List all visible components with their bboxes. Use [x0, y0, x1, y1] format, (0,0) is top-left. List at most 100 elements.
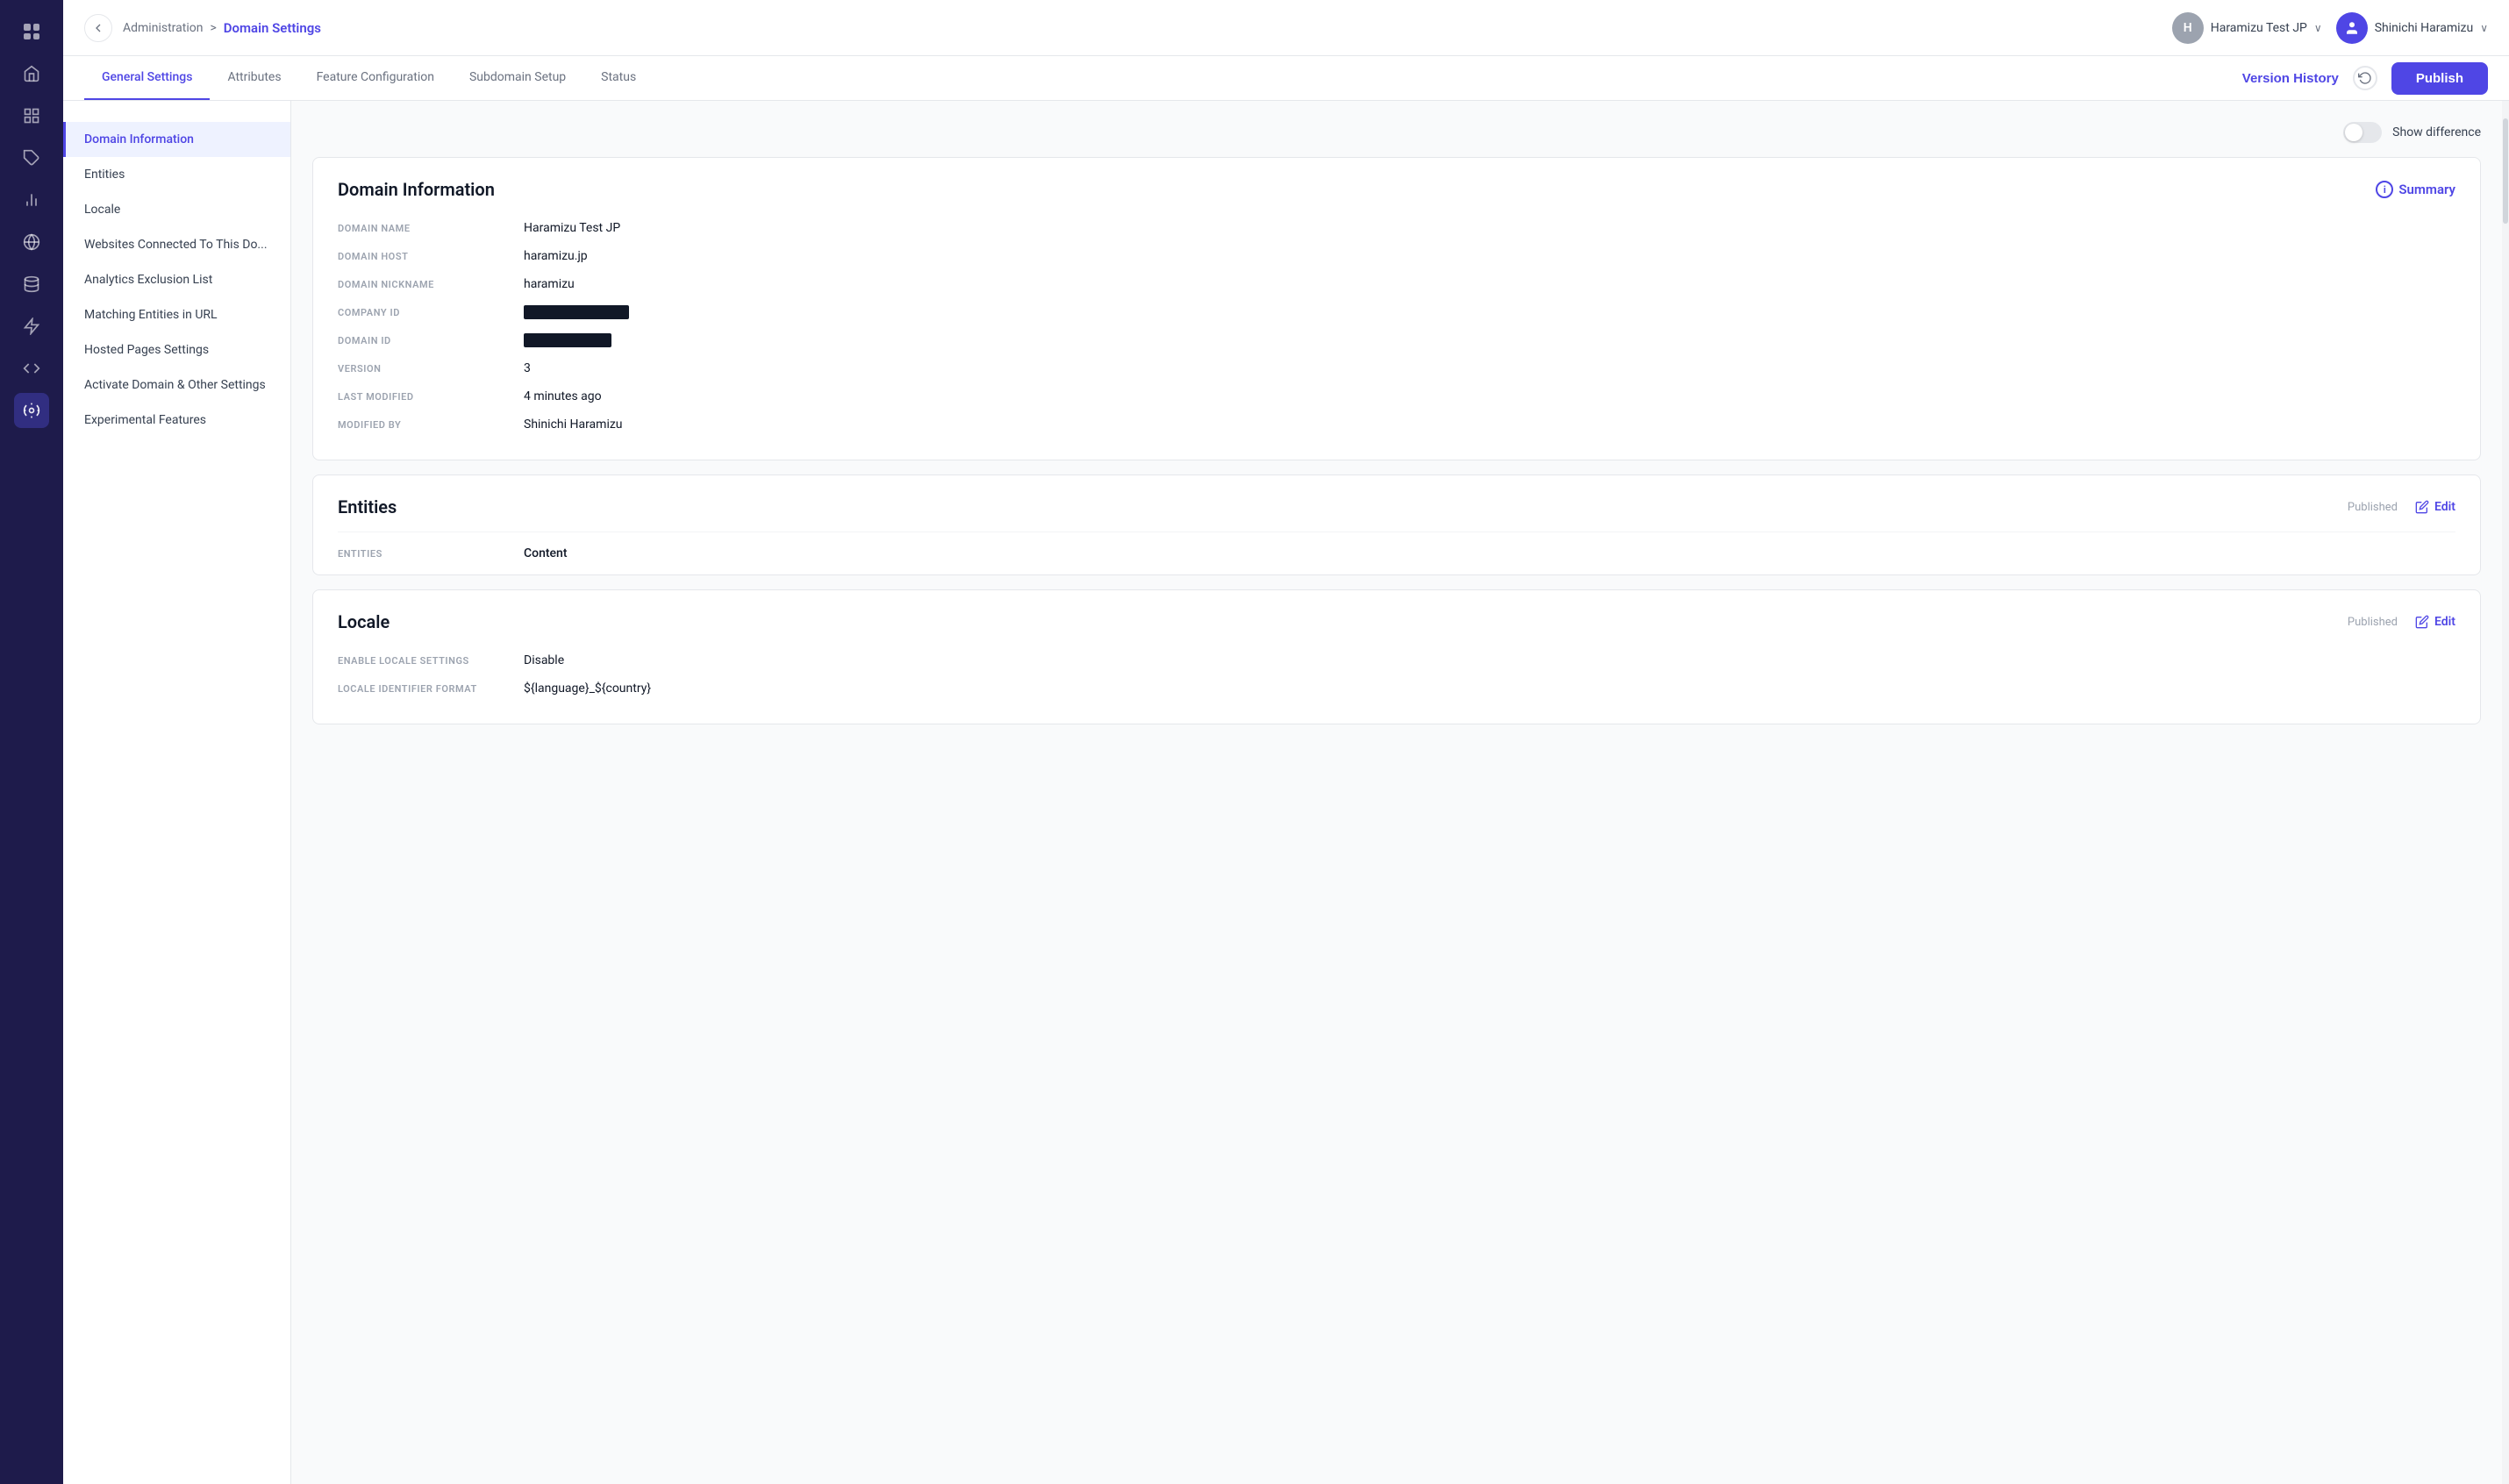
version-history-label: Version History: [2242, 71, 2339, 86]
nav-experimental[interactable]: Experimental Features: [63, 403, 290, 438]
version-history-button[interactable]: Version History: [2242, 71, 2339, 86]
header-left: Administration > Domain Settings: [84, 14, 321, 42]
chart-icon[interactable]: [14, 182, 49, 218]
field-label-last-modified: LAST MODIFIED: [338, 391, 513, 403]
field-value-company-id: [524, 305, 629, 319]
publish-button[interactable]: Publish: [2391, 62, 2488, 95]
tab-actions: Version History Publish: [2242, 62, 2488, 95]
tab-subdomain-setup[interactable]: Subdomain Setup: [452, 56, 583, 100]
entities-field-value: Content: [524, 546, 2455, 560]
field-value-domain-id: [524, 333, 611, 347]
field-value-last-modified: 4 minutes ago: [524, 389, 2455, 403]
nav-domain-information[interactable]: Domain Information: [63, 122, 290, 157]
nav-matching-entities[interactable]: Matching Entities in URL: [63, 297, 290, 332]
nav-locale[interactable]: Locale: [63, 192, 290, 227]
show-diff-toggle[interactable]: [2343, 122, 2382, 143]
sidebar-apps-icon[interactable]: [14, 14, 49, 49]
field-value-version: 3: [524, 361, 2455, 375]
field-modified-by: MODIFIED BY Shinichi Haramizu: [338, 410, 2455, 439]
field-value-domain-name: Haramizu Test JP: [524, 221, 2455, 235]
nav-hosted-pages[interactable]: Hosted Pages Settings: [63, 332, 290, 367]
user-chevron-icon: ∨: [2480, 22, 2488, 34]
user-profile[interactable]: Shinichi Haramizu ∨: [2336, 12, 2488, 44]
field-domain-id: DOMAIN ID: [338, 326, 2455, 354]
sidebar: [0, 0, 63, 1484]
locale-title: Locale: [338, 611, 390, 632]
field-value-locale-format: ${language}_${country}: [524, 681, 2455, 696]
nav-analytics-exclusion[interactable]: Analytics Exclusion List: [63, 262, 290, 297]
locale-header: Locale Published Edit: [313, 590, 2480, 646]
locale-published-badge: Published: [2348, 616, 2398, 629]
field-locale-format: LOCALE IDENTIFIER FORMAT ${language}_${c…: [338, 674, 2455, 703]
tab-general-settings[interactable]: General Settings: [84, 56, 210, 100]
main-content: Show difference Domain Information i Sum…: [291, 101, 2502, 1484]
field-enable-locale: ENABLE LOCALE SETTINGS Disable: [338, 646, 2455, 674]
content-area: Domain Information Entities Locale Websi…: [63, 101, 2509, 1484]
tabs: General Settings Attributes Feature Conf…: [84, 56, 654, 100]
user-name: Shinichi Haramizu: [2375, 21, 2474, 35]
home-icon[interactable]: [14, 56, 49, 91]
breadcrumb-current: Domain Settings: [224, 20, 321, 36]
database-icon[interactable]: [14, 267, 49, 302]
org-selector[interactable]: H Haramizu Test JP ∨: [2172, 12, 2322, 44]
domain-info-title: Domain Information: [338, 179, 495, 200]
locale-card: Locale Published Edit ENABLE LOCALE SE: [312, 589, 2481, 724]
summary-button[interactable]: i Summary: [2376, 181, 2455, 198]
info-icon: i: [2376, 181, 2393, 198]
history-icon[interactable]: [2353, 66, 2377, 90]
entities-field-label: ENTITIES: [338, 548, 513, 560]
breadcrumb-admin[interactable]: Administration: [123, 21, 203, 35]
layout-icon[interactable]: [14, 98, 49, 133]
tab-navigation: General Settings Attributes Feature Conf…: [63, 56, 2509, 101]
entities-title: Entities: [338, 496, 397, 517]
code-icon[interactable]: [14, 351, 49, 386]
org-chevron-icon: ∨: [2314, 22, 2322, 34]
scroll-thumb: [2503, 118, 2508, 224]
scroll-indicator[interactable]: [2502, 101, 2509, 1484]
field-company-id: COMPANY ID: [338, 298, 2455, 326]
field-domain-host: DOMAIN HOST haramizu.jp: [338, 242, 2455, 270]
field-value-enable-locale: Disable: [524, 653, 2455, 667]
field-value-domain-nickname: haramizu: [524, 277, 2455, 291]
breadcrumb: Administration > Domain Settings: [123, 20, 321, 36]
show-diff-label: Show difference: [2392, 125, 2481, 139]
user-avatar: [2336, 12, 2368, 44]
field-version: VERSION 3: [338, 354, 2455, 382]
nav-activate-domain[interactable]: Activate Domain & Other Settings: [63, 367, 290, 403]
field-value-modified-by: Shinichi Haramizu: [524, 417, 2455, 432]
field-label-domain-name: DOMAIN NAME: [338, 223, 513, 234]
field-label-enable-locale: ENABLE LOCALE SETTINGS: [338, 655, 513, 667]
header-right: H Haramizu Test JP ∨ Shinichi Haramizu ∨: [2172, 12, 2488, 44]
org-name: Haramizu Test JP: [2211, 21, 2307, 35]
tab-status[interactable]: Status: [583, 56, 654, 100]
field-label-domain-host: DOMAIN HOST: [338, 251, 513, 262]
domain-information-card: Domain Information i Summary DOMAIN NAME…: [312, 157, 2481, 460]
locale-body: ENABLE LOCALE SETTINGS Disable LOCALE ID…: [313, 646, 2480, 724]
nav-entities[interactable]: Entities: [63, 157, 290, 192]
left-navigation: Domain Information Entities Locale Websi…: [63, 101, 291, 1484]
top-header: Administration > Domain Settings H Haram…: [63, 0, 2509, 56]
locale-edit-button[interactable]: Edit: [2415, 615, 2455, 629]
toggle-thumb: [2345, 124, 2362, 141]
tab-feature-configuration[interactable]: Feature Configuration: [299, 56, 452, 100]
field-domain-name: DOMAIN NAME Haramizu Test JP: [338, 214, 2455, 242]
domain-info-body: DOMAIN NAME Haramizu Test JP DOMAIN HOST…: [313, 214, 2480, 460]
plugin-icon[interactable]: [14, 309, 49, 344]
field-label-modified-by: MODIFIED BY: [338, 419, 513, 431]
globe-icon[interactable]: [14, 225, 49, 260]
field-label-version: VERSION: [338, 363, 513, 375]
field-label-domain-nickname: DOMAIN NICKNAME: [338, 279, 513, 290]
entities-published-badge: Published: [2348, 501, 2398, 514]
entities-row: ENTITIES Content: [313, 532, 2480, 574]
field-label-domain-id: DOMAIN ID: [338, 335, 513, 346]
nav-websites[interactable]: Websites Connected To This Do...: [63, 227, 290, 262]
breadcrumb-sep: >: [210, 21, 216, 35]
field-label-company-id: COMPANY ID: [338, 307, 513, 318]
entities-header: Entities Published Edit: [313, 475, 2480, 532]
back-button[interactable]: [84, 14, 112, 42]
settings-icon[interactable]: [14, 393, 49, 428]
entities-edit-button[interactable]: Edit: [2415, 500, 2455, 514]
tab-attributes[interactable]: Attributes: [210, 56, 298, 100]
puzzle-icon[interactable]: [14, 140, 49, 175]
field-label-locale-format: LOCALE IDENTIFIER FORMAT: [338, 683, 513, 695]
